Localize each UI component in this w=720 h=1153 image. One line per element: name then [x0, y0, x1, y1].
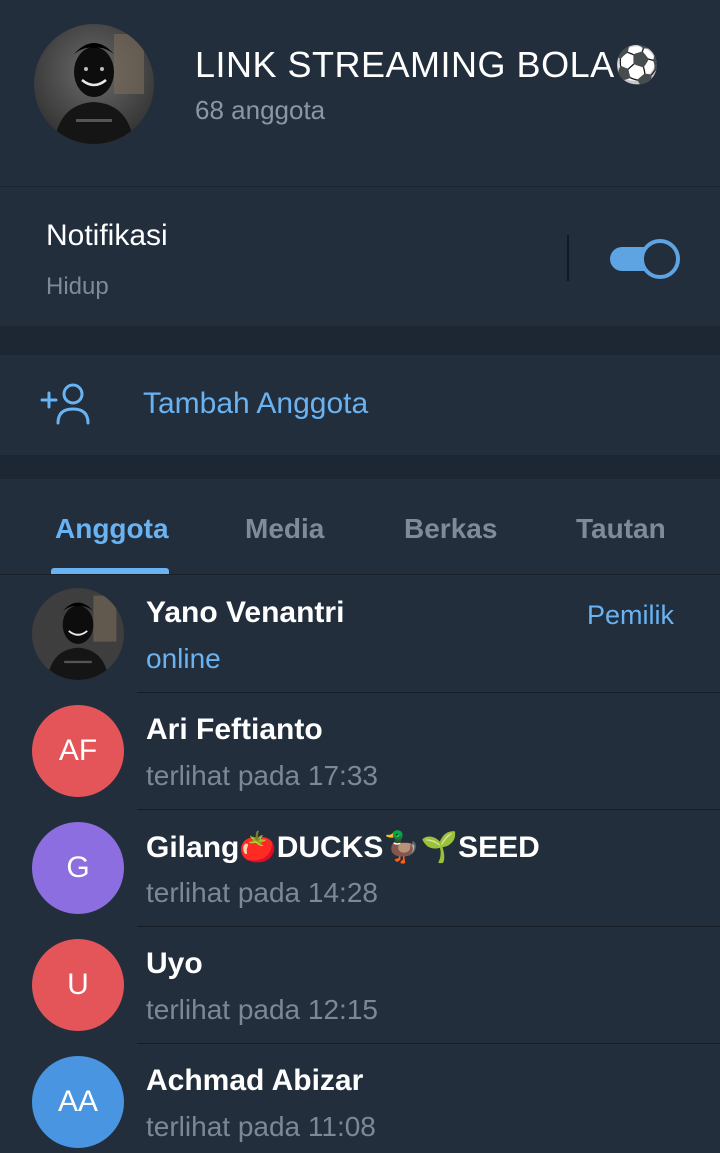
tab-tautan[interactable]: Tautan — [576, 513, 666, 545]
tab-bar: Anggota Media Berkas Tautan — [0, 479, 720, 575]
notifications-title: Notifikasi — [46, 219, 168, 252]
divider — [567, 235, 569, 281]
notifications-row[interactable]: Notifikasi Hidup — [0, 186, 720, 326]
add-member-label: Tambah Anggota — [143, 387, 369, 420]
tab-anggota[interactable]: Anggota — [55, 513, 169, 545]
avatar: G — [32, 822, 124, 914]
member-status: online — [146, 643, 221, 674]
active-tab-indicator — [51, 568, 169, 574]
group-header: LINK STREAMING BOLA⚽ 68 anggota — [0, 0, 720, 186]
member-status: terlihat pada 14:28 — [146, 877, 378, 908]
add-member-button[interactable]: Tambah Anggota — [0, 355, 720, 455]
member-status: terlihat pada 17:33 — [146, 760, 378, 791]
member-row[interactable]: U Uyo terlihat pada 12:15 — [0, 927, 720, 1044]
member-role-badge: Pemilik — [586, 600, 674, 630]
member-row[interactable]: Yano Venantri online Pemilik — [0, 576, 720, 693]
masked-person-avatar-icon — [32, 588, 124, 680]
member-name: Achmad Abizar — [146, 1064, 364, 1097]
member-row[interactable]: AA Achmad Abizar terlihat pada 11:08 — [0, 1044, 720, 1153]
member-count: 68 anggota — [195, 95, 326, 125]
member-status: terlihat pada 11:08 — [146, 1111, 376, 1142]
member-row[interactable]: AF Ari Feftianto terlihat pada 17:33 — [0, 693, 720, 810]
member-status: terlihat pada 12:15 — [146, 994, 378, 1025]
tab-berkas[interactable]: Berkas — [404, 513, 497, 545]
member-name: Uyo — [146, 947, 203, 980]
avatar: AF — [32, 705, 124, 797]
member-name: Yano Venantri — [146, 596, 345, 629]
notifications-status: Hidup — [46, 273, 109, 300]
toggle-knob — [640, 239, 680, 279]
group-title: LINK STREAMING BOLA⚽ — [195, 44, 660, 85]
avatar — [32, 588, 124, 680]
masked-person-avatar-icon — [34, 24, 154, 144]
group-avatar[interactable] — [34, 24, 154, 144]
member-name: Gilang🍅DUCKS🦆🌱SEED — [146, 831, 540, 864]
avatar: AA — [32, 1056, 124, 1148]
tab-media[interactable]: Media — [245, 513, 324, 545]
members-section: Anggota Media Berkas Tautan Yano Venantr… — [0, 479, 720, 1153]
member-name: Ari Feftianto — [146, 713, 323, 746]
add-user-icon — [40, 383, 90, 425]
notifications-toggle[interactable] — [610, 239, 680, 279]
avatar: U — [32, 939, 124, 1031]
member-row[interactable]: G Gilang🍅DUCKS🦆🌱SEED terlihat pada 14:28 — [0, 810, 720, 927]
